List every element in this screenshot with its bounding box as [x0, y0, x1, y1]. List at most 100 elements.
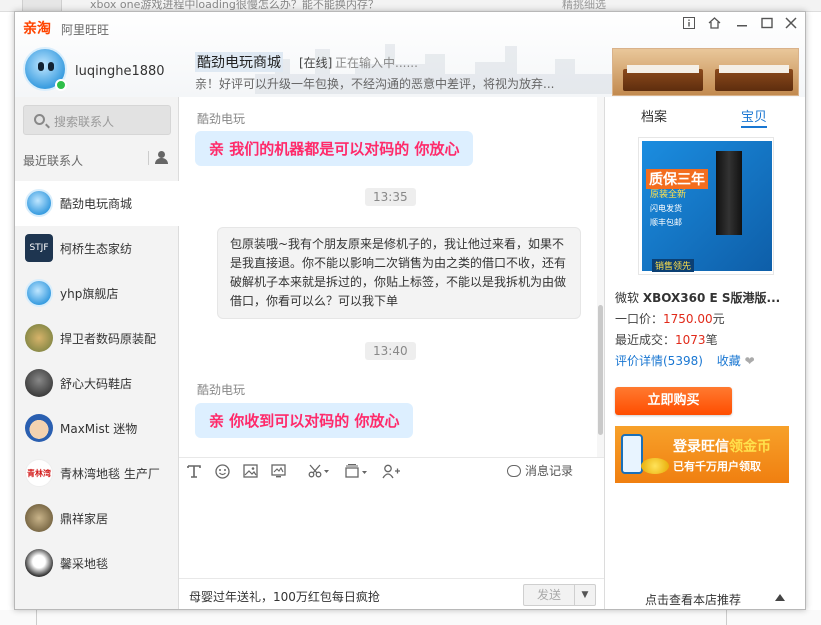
partner-online-status: [在线]	[299, 56, 333, 70]
tab-items[interactable]: 宝贝	[741, 106, 768, 128]
contact-name: 馨采地毯	[60, 557, 109, 571]
wangxin-title-2: 领金币	[729, 439, 771, 455]
contact-item[interactable]: STJF 柯桥生态家纺	[15, 226, 179, 271]
search-contacts-input[interactable]: 搜索联系人	[23, 105, 171, 135]
typing-indicator: 正在输入中......	[335, 56, 418, 70]
right-info-panel: 档案 宝贝 质保三年 原装全新 闪电发货 顺丰包邮 销售领先 微软 XBOX36…	[604, 97, 805, 609]
price-label: 一口价：	[615, 312, 664, 326]
contact-item[interactable]: 舒心大码鞋店	[15, 361, 179, 406]
font-icon[interactable]	[185, 462, 203, 480]
add-contact-icon[interactable]	[381, 462, 401, 480]
product-review-line: 评价详情(5398) 收藏 ❤	[615, 352, 755, 369]
message-sender: 酷劲电玩	[197, 383, 246, 397]
contact-name: 青林湾地毯 生产厂	[60, 467, 160, 481]
chat-bubble-icon	[507, 464, 521, 477]
contact-name: 酷劲电玩商城	[60, 197, 133, 211]
contact-avatar	[25, 549, 53, 577]
console-graphic	[716, 151, 742, 235]
footer-bar: 母婴过年送礼，100万红包每日疯抢 发送 ▼	[179, 578, 604, 609]
partner-signature: 亲！好评可以升级一年包换，不经沟通的恶意中差评，将视为放弃...	[195, 77, 555, 91]
contact-name: yhp旗舰店	[60, 287, 119, 301]
contact-avatar	[25, 414, 53, 442]
background-bottom	[0, 610, 821, 625]
recent-contacts-label: 最近联系人	[23, 154, 84, 168]
chat-partner-name[interactable]: 酷劲电玩商城	[195, 52, 283, 72]
contact-name: 柯桥生态家纺	[60, 242, 133, 256]
buy-now-button[interactable]: 立即购买	[615, 387, 732, 415]
app-name: 阿里旺旺	[61, 23, 110, 37]
contact-item[interactable]: 捍卫者数码原装配	[15, 316, 179, 361]
sold-label: 最近成交：	[615, 333, 676, 347]
store-recommend-link[interactable]: 点击查看本店推荐	[645, 591, 741, 608]
username: luqinghe1880	[75, 64, 165, 79]
product-feature: 顺丰包邮	[650, 218, 682, 227]
product-image[interactable]: 质保三年 原装全新 闪电发货 顺丰包邮 销售领先	[638, 137, 774, 275]
message-history-button[interactable]: 消息记录	[507, 462, 573, 479]
input-toolbar: 消息记录	[179, 457, 604, 483]
product-sold-line: 最近成交：1073笔	[615, 331, 718, 348]
contact-avatar	[25, 369, 53, 397]
contact-name: 捍卫者数码原装配	[60, 332, 157, 346]
contact-avatar	[25, 504, 53, 532]
contact-item[interactable]: MaxMist 迷物	[15, 406, 179, 451]
contact-item[interactable]: 酷劲电玩商城	[15, 181, 179, 226]
wangxin-banner-title: 登录旺信领金币	[673, 436, 771, 456]
contact-item[interactable]: 馨采地毯	[15, 541, 179, 586]
wangxin-promo-banner[interactable]: 登录旺信领金币 已有千万用户领取	[615, 426, 789, 483]
home-icon[interactable]	[707, 16, 721, 30]
image-icon[interactable]	[241, 462, 259, 480]
product-price: 1750.00	[663, 312, 713, 326]
chat-scrollbar[interactable]	[597, 97, 604, 457]
coins-icon	[641, 458, 669, 474]
message-bubble: 亲 你收到可以对码的 你放心	[195, 403, 414, 438]
online-status-dot	[55, 79, 67, 91]
contact-avatar: 青林湾	[25, 459, 53, 487]
contact-item[interactable]: 青林湾 青林湾地毯 生产厂	[15, 451, 179, 496]
shake-icon[interactable]	[343, 462, 369, 480]
heart-icon[interactable]: ❤	[745, 354, 755, 368]
product-feature: 闪电发货	[650, 204, 682, 213]
user-avatar[interactable]	[23, 47, 67, 91]
promo-link[interactable]: 母婴过年送礼，100万红包每日疯抢	[189, 588, 380, 605]
contact-name: MaxMist 迷物	[60, 422, 138, 436]
contact-item[interactable]: 鼎祥家居	[15, 496, 179, 541]
info-icon[interactable]	[682, 16, 696, 30]
message-bubble: 包原装哦~我有个朋友原来是修机子的，我让他过来看，如果不是我直接退。你不能以影响…	[217, 227, 581, 319]
contact-item[interactable]: yhp旗舰店	[15, 271, 179, 316]
window-header: 亲淘 阿里旺旺 luqinghe1880 酷劲电玩商城 [在线] 正在输入中..…	[15, 12, 805, 97]
product-title[interactable]: 微软 XBOX360 E S版港版...	[615, 289, 780, 306]
maximize-icon[interactable]	[760, 16, 774, 30]
contact-avatar	[25, 279, 53, 307]
aliwangwang-chat-window: 亲淘 阿里旺旺 luqinghe1880 酷劲电玩商城 [在线] 正在输入中..…	[14, 11, 806, 610]
message-timestamp: 13:35	[365, 188, 416, 206]
price-unit: 元	[712, 312, 725, 326]
product-price-line: 一口价：1750.00元	[615, 310, 725, 327]
contact-name: 舒心大码鞋店	[60, 377, 133, 391]
search-icon	[34, 114, 45, 125]
history-label: 消息记录	[525, 464, 574, 478]
send-button[interactable]: 发送	[523, 584, 575, 606]
chat-message-area: 酷劲电玩 亲 我们的机器都是可以对码的 你放心 13:35 包原装哦~我有个朋友…	[179, 97, 604, 457]
minimize-icon[interactable]	[735, 16, 749, 30]
scissors-icon[interactable]	[307, 462, 331, 480]
sold-unit: 笔	[705, 333, 718, 347]
recent-separator	[148, 151, 149, 165]
favorite-link[interactable]: 收藏	[717, 354, 741, 368]
close-icon[interactable]	[784, 16, 798, 30]
contact-avatar	[25, 324, 53, 352]
furniture-ad-banner[interactable]	[612, 48, 799, 96]
contact-avatar	[25, 189, 53, 217]
screenshot-icon[interactable]	[269, 462, 287, 480]
contact-name: 鼎祥家居	[60, 512, 109, 526]
product-image-banner: 质保三年	[646, 169, 708, 189]
emoji-icon[interactable]	[213, 462, 231, 480]
contacts-sidebar: 搜索联系人 最近联系人 酷劲电玩商城 STJF 柯桥生态家纺 yhp旗舰店 捍卫…	[15, 97, 179, 609]
review-details-link[interactable]: 评价详情(5398)	[615, 354, 703, 368]
contacts-icon[interactable]	[155, 151, 171, 165]
tab-profile[interactable]: 档案	[641, 106, 667, 125]
expand-arrow-icon[interactable]	[775, 594, 785, 601]
scrollbar-thumb[interactable]	[598, 305, 603, 435]
send-options-dropdown[interactable]: ▼	[574, 584, 596, 606]
message-input[interactable]	[179, 483, 604, 578]
phone-icon	[621, 434, 643, 474]
